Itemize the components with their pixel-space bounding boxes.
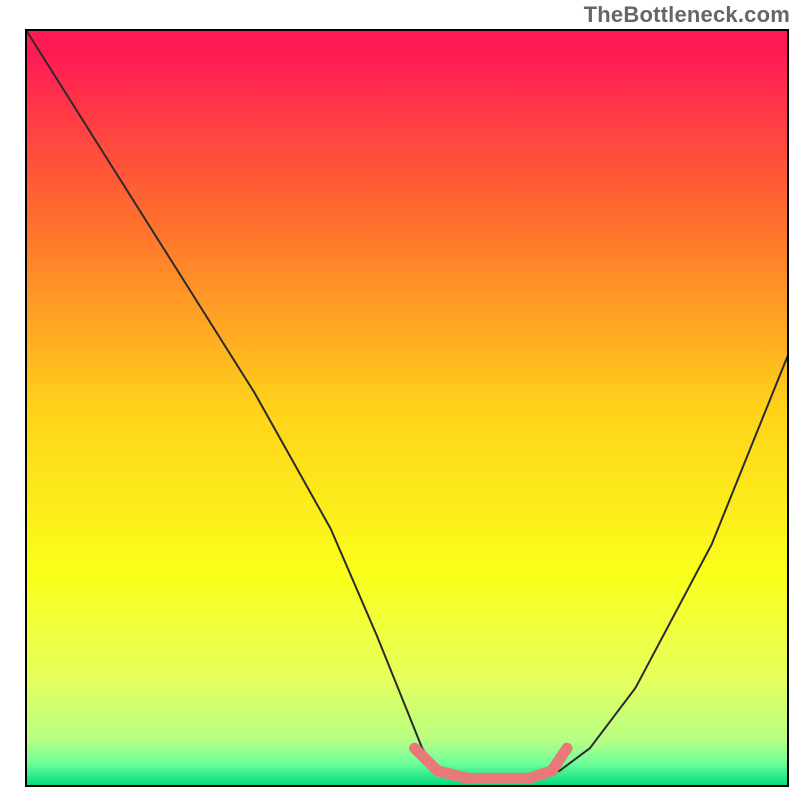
bottleneck-chart-svg (0, 0, 800, 800)
chart-background-gradient (26, 30, 788, 786)
watermark-text: TheBottleneck.com (584, 2, 790, 28)
plot-area (26, 30, 788, 786)
chart-container: TheBottleneck.com (0, 0, 800, 800)
